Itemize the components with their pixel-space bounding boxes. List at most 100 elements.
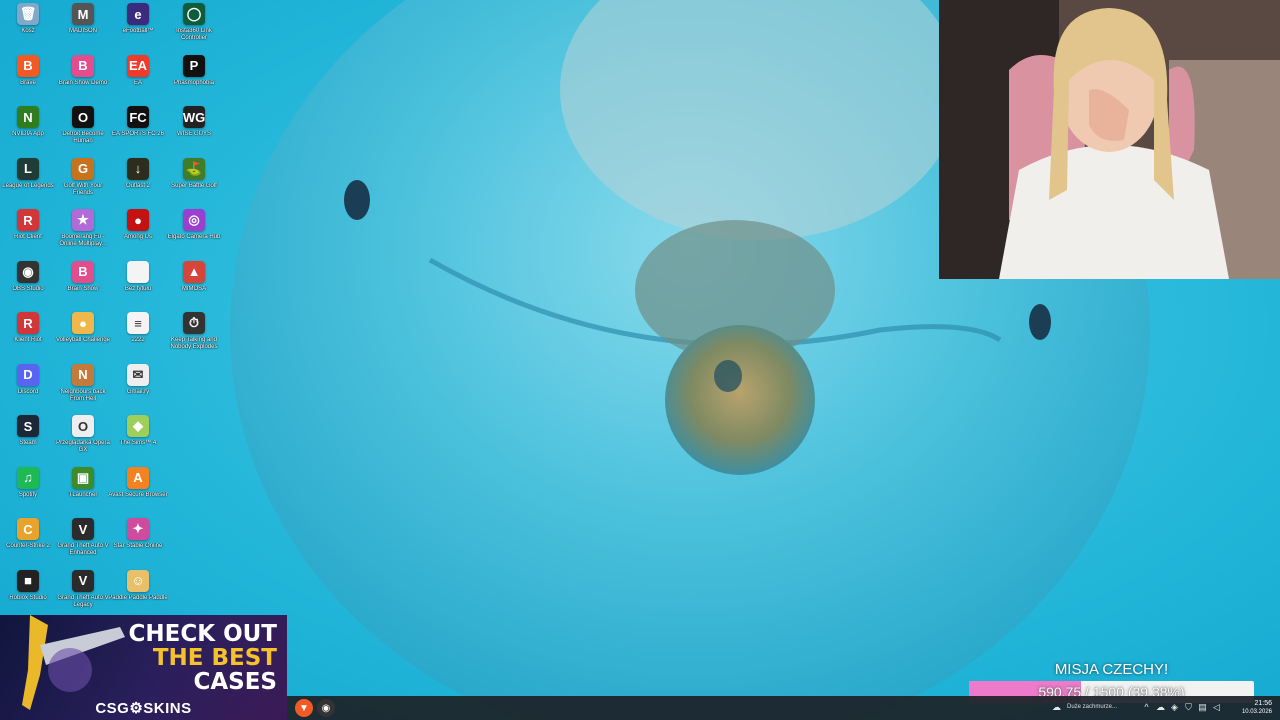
desktop-icon[interactable]: ⏱ Keep Talking and Nobody Explodes	[166, 312, 222, 363]
desktop-icon[interactable]: EA EA	[110, 54, 166, 106]
desktop-icon-label: 2222	[131, 337, 145, 343]
desktop-icon-label: Spotify	[18, 491, 38, 498]
desktop-icon[interactable]: ★ Boomerang Fu - Online Multiplay...	[55, 209, 111, 260]
desktop-icon[interactable]: M MADISON	[55, 3, 111, 54]
desktop-icon[interactable]: ● Volleyball Challenge	[55, 312, 111, 363]
desktop-icon[interactable]: B Brave	[0, 54, 56, 106]
riot-client-icon: R	[17, 209, 39, 231]
desktop-icon-label: Counter-Strike 2	[6, 543, 50, 549]
ea-sports-fc-icon: FC	[127, 106, 149, 128]
brain-show-icon: B	[72, 260, 94, 283]
app-tray-icon[interactable]: ◈	[1169, 702, 1180, 713]
desktop-icon[interactable]: ▲ MIMOSA	[166, 260, 222, 312]
desktop-icon[interactable]: ◯ Insta360 Link Controller	[166, 3, 222, 54]
desktop-icon-label: Among Us	[123, 234, 152, 240]
desktop-icon[interactable]: N NVIDIA App	[0, 106, 56, 157]
desktop-icon[interactable]: B Brain Show	[55, 260, 111, 312]
brave-taskbar-icon[interactable]: ▼	[295, 699, 313, 717]
desktop-icon[interactable]: B Brain Show Demo	[55, 54, 111, 106]
desktop-icon[interactable]: ✦ Star Stable Online	[110, 518, 166, 569]
taskbar-clock[interactable]: 21:56 10.03.2026	[1242, 699, 1272, 716]
desktop-icon-label: Boomerang Fu - Online Multiplay...	[59, 234, 107, 247]
desktop-icon-label: TLauncher	[68, 491, 98, 498]
desktop-icon[interactable]: V Grand Theft Auto V Enhanced	[55, 518, 111, 569]
ad-headline-line-3: CASES	[193, 669, 277, 695]
star-stable-icon: ✦	[127, 518, 149, 540]
among-us-icon: ●	[127, 209, 149, 231]
desktop-icon[interactable]: D Discord	[0, 363, 56, 415]
system-tray: ☁ Duże zachmurze... ^ ☁ ◈ ⛉ ▤ ◁ 21:56 10…	[1052, 696, 1280, 720]
desktop-icon-label: EA SPORTS FC 26	[112, 131, 164, 137]
desktop-icon[interactable]: L League of Legends	[0, 157, 56, 209]
cloud-sync-icon[interactable]: ☁	[1155, 702, 1166, 713]
desktop-icon-label: Paddle Paddle Paddle	[108, 594, 168, 601]
gta-v-icon: V	[72, 518, 94, 540]
desktop-icon-label: Klient Riot	[14, 337, 42, 343]
desktop-icon-label: Grand Theft Auto V Legacy	[57, 594, 109, 608]
elgato-camera-hub-icon: ◎	[183, 209, 205, 231]
desktop-icon[interactable]: P Phasmophobia	[166, 54, 222, 106]
desktop-icon[interactable]: FC EA SPORTS FC 26	[110, 106, 166, 157]
desktop-icon-label: The Sims™ 4	[119, 440, 157, 446]
desktop-icon-label: Kosz	[21, 28, 35, 34]
desktop-icon[interactable]: 🗑 Kosz	[0, 3, 56, 54]
phasmophobia-icon: P	[183, 54, 205, 77]
desktop-icon-label: NVIDIA App	[12, 131, 44, 137]
desktop-icon[interactable]: ▣ TLauncher	[55, 466, 111, 518]
outlast-icon: ↓	[127, 157, 149, 180]
desktop-icon[interactable]: ♫ Spotify	[0, 466, 56, 518]
advertisement-banner[interactable]: CHECK OUT THE BEST CASES CSG⚙SKINS	[0, 615, 287, 720]
taskbar: ▼ ◉ ☁ Duże zachmurze... ^ ☁ ◈ ⛉ ▤ ◁ 21:56…	[287, 696, 1280, 720]
desktop-icon[interactable]: V Grand Theft Auto V Legacy	[55, 569, 111, 621]
ad-headline-line-1: CHECK OUT	[128, 621, 277, 647]
brave-icon: B	[17, 54, 39, 77]
neighbours-game-icon: N	[72, 363, 94, 386]
desktop-icon-label: Gmail.ry	[126, 388, 150, 395]
desktop-icon-label: eFootball™	[122, 28, 154, 34]
desktop-icon-label: League of Legends	[2, 182, 54, 189]
desktop-icon[interactable]: ✉ Gmail.ry	[110, 363, 166, 415]
security-icon[interactable]: ⛉	[1183, 702, 1194, 713]
chevron-up-icon[interactable]: ^	[1141, 702, 1152, 713]
gmail-shortcut-icon: ✉	[127, 363, 149, 386]
desktop-icon[interactable]: R Klient Riot	[0, 312, 56, 363]
desktop-icon[interactable]: ☺ Paddle Paddle Paddle	[108, 569, 168, 621]
desktop-icon-label: Przeglądarka Opera GX	[56, 440, 110, 453]
network-icon[interactable]: ▤	[1197, 702, 1208, 713]
mimosa-icon: ▲	[183, 260, 205, 283]
desktop-icon-grid: 🗑 Kosz B Brave N NVIDIA App L League of Legends…	[0, 0, 230, 615]
the-sims-icon: ◆	[127, 415, 149, 437]
desktop-icon[interactable]: ◎ Elgato Camera Hub	[166, 209, 222, 260]
gta-v-icon: V	[72, 569, 94, 592]
desktop-icon[interactable]: ● Among Us	[110, 209, 166, 260]
webcam-overlay	[939, 0, 1280, 279]
volleyball-icon: ●	[72, 312, 94, 334]
riot-client-icon: R	[17, 312, 39, 334]
weather-icon[interactable]: ☁	[1051, 702, 1062, 713]
desktop-icon[interactable]: WG WISE GUYS	[166, 106, 222, 157]
desktop-icon[interactable]: Bez tytułu	[110, 260, 166, 312]
desktop-icon[interactable]: C Counter-Strike 2	[0, 518, 56, 569]
avast-browser-icon: A	[127, 466, 149, 489]
weather-status-text[interactable]: Duże zachmurze...	[1067, 704, 1117, 710]
desktop-icon-label: Brain Show	[67, 285, 99, 292]
desktop-icon[interactable]: ↓ Outlast 2	[110, 157, 166, 209]
desktop-icon[interactable]: ⛳ Super Battle Golf	[166, 157, 222, 209]
desktop-icon[interactable]: ■ Roblox Studio	[0, 569, 56, 621]
opera-gx-icon: O	[72, 415, 94, 437]
desktop-icon[interactable]: e eFootball™	[110, 3, 166, 54]
desktop-icon[interactable]: S Steam	[0, 415, 56, 466]
desktop-icon[interactable]: ◆ The Sims™ 4	[110, 415, 166, 466]
obs-taskbar-icon[interactable]: ◉	[317, 699, 335, 717]
desktop-icon[interactable]: A Avast Secure Browser	[108, 466, 168, 518]
steam-icon: S	[17, 415, 39, 437]
desktop-icon[interactable]: ≡ 2222	[110, 312, 166, 363]
desktop-icon[interactable]: R Riot Client	[0, 209, 56, 260]
desktop-icon[interactable]: O Przeglądarka Opera GX	[55, 415, 111, 466]
desktop-icon[interactable]: N Neighbours back From Hell	[55, 363, 111, 415]
desktop-icon-label: Discord	[17, 388, 39, 395]
desktop-icon[interactable]: ◉ OBS Studio	[0, 260, 56, 312]
desktop-icon[interactable]: G Golf With Your Friends	[55, 157, 111, 209]
desktop-icon[interactable]: O Detroit Become Human	[55, 106, 111, 157]
volume-icon[interactable]: ◁	[1211, 702, 1222, 713]
